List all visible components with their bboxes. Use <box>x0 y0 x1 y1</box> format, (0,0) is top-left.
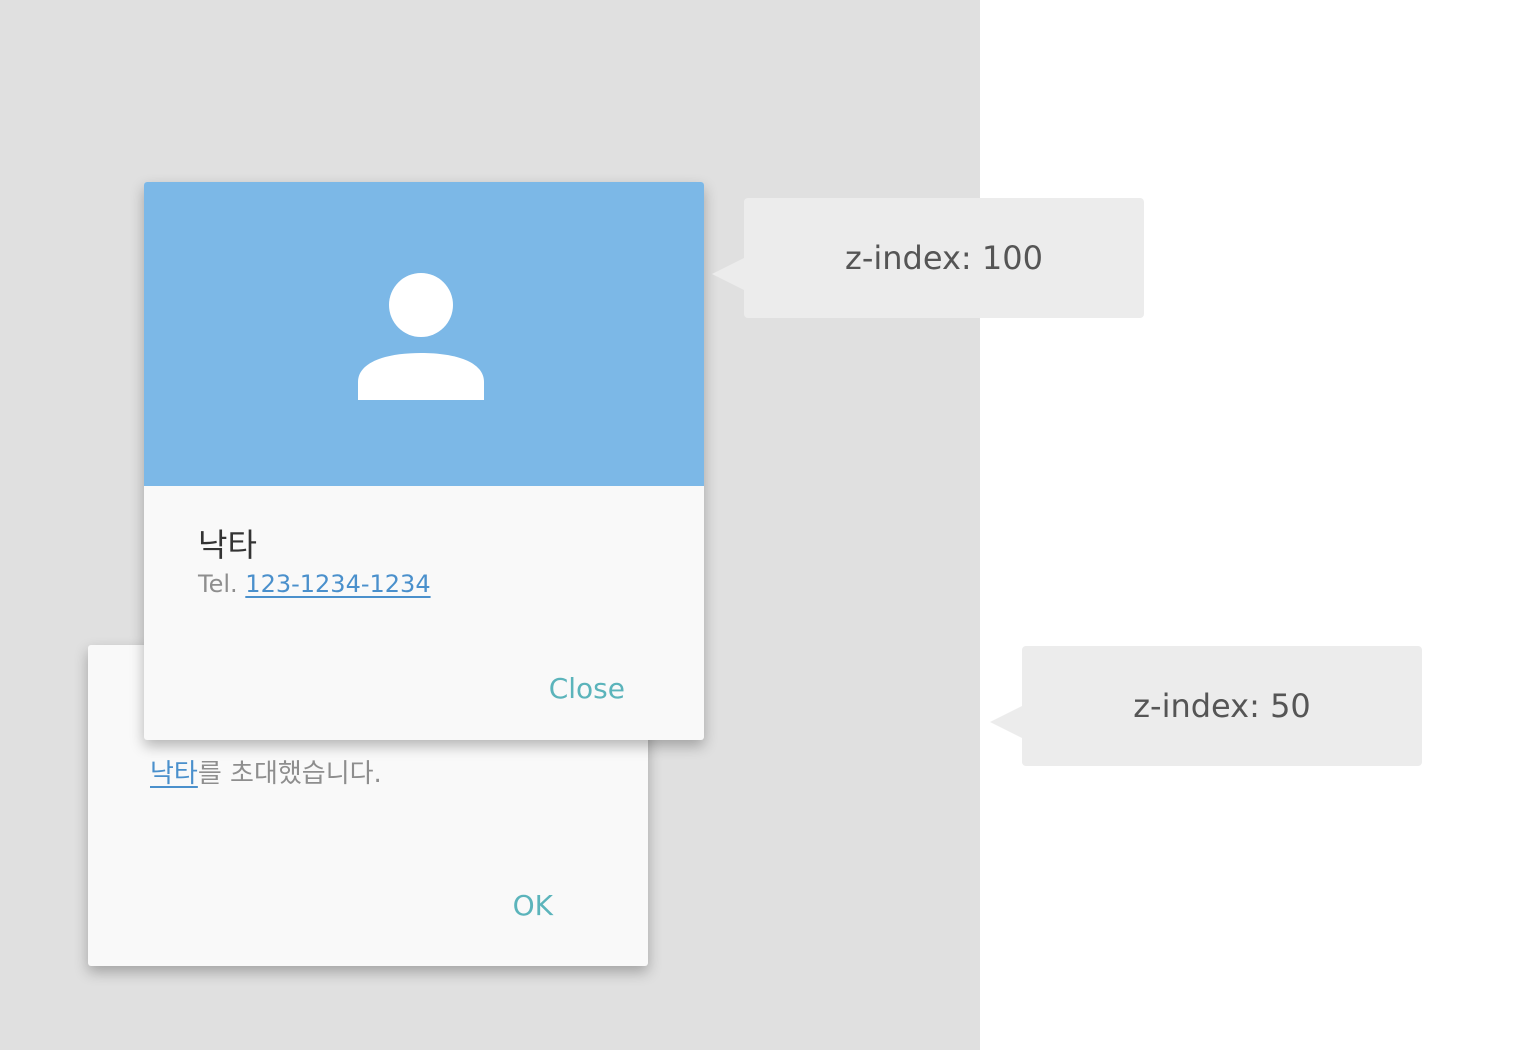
callout-z-index-50-label: z-index: 50 <box>1133 687 1311 725</box>
invitee-name-link[interactable]: 낙타 <box>150 759 198 789</box>
phone-link[interactable]: 123-1234-1234 <box>245 570 430 598</box>
contact-tel: Tel. 123-1234-1234 <box>198 570 431 598</box>
invite-message-text: 를 초대했습니다. <box>197 759 382 789</box>
profile-header <box>144 182 704 486</box>
callout-z-index-50: z-index: 50 <box>990 646 1422 766</box>
invite-message: 낙타를 초대했습니다. <box>150 753 382 790</box>
person-icon <box>358 273 484 400</box>
callout-z-index-100: z-index: 100 <box>712 198 1144 318</box>
profile-dialog: 낙타 Tel. 123-1234-1234 Close <box>144 182 704 740</box>
close-button[interactable]: Close <box>549 672 625 705</box>
contact-name: 낙타 <box>198 526 257 564</box>
ok-button[interactable]: OK <box>513 889 553 922</box>
callout-z-index-100-label: z-index: 100 <box>845 239 1043 277</box>
tel-prefix: Tel. <box>198 570 238 598</box>
